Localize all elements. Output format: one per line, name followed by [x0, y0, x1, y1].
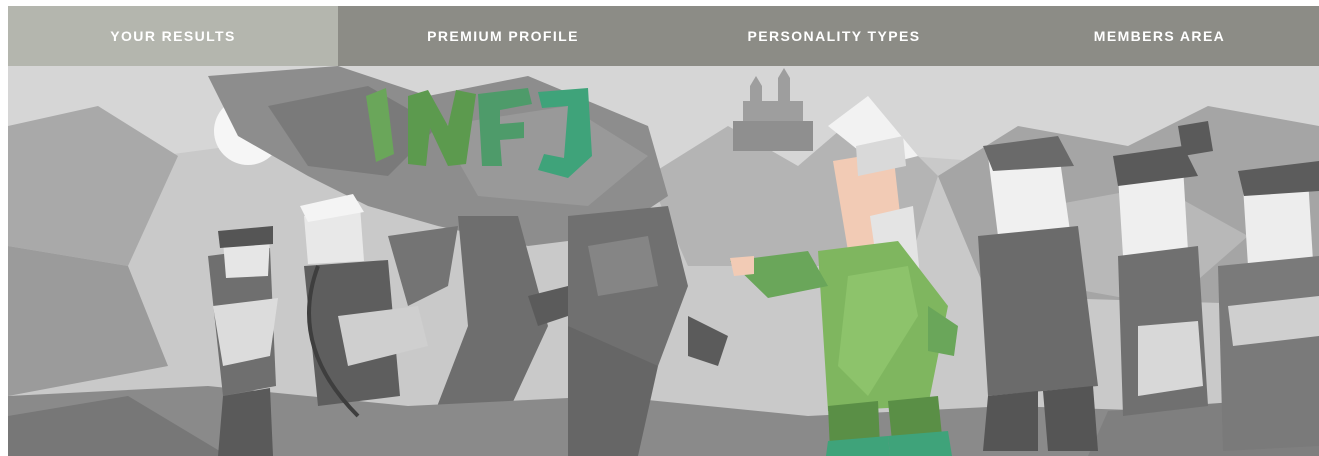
nav-members-area[interactable]: MEMBERS AREA: [1000, 6, 1319, 66]
nav-premium-profile[interactable]: PREMIUM PROFILE: [338, 6, 668, 66]
nav-your-results[interactable]: YOUR RESULTS: [8, 6, 338, 66]
page-frame: YOUR RESULTS PREMIUM PROFILE PERSONALITY…: [8, 6, 1319, 456]
top-navigation: YOUR RESULTS PREMIUM PROFILE PERSONALITY…: [8, 6, 1319, 66]
hero-illustration: [8, 66, 1319, 456]
nav-personality-types[interactable]: PERSONALITY TYPES: [668, 6, 1000, 66]
